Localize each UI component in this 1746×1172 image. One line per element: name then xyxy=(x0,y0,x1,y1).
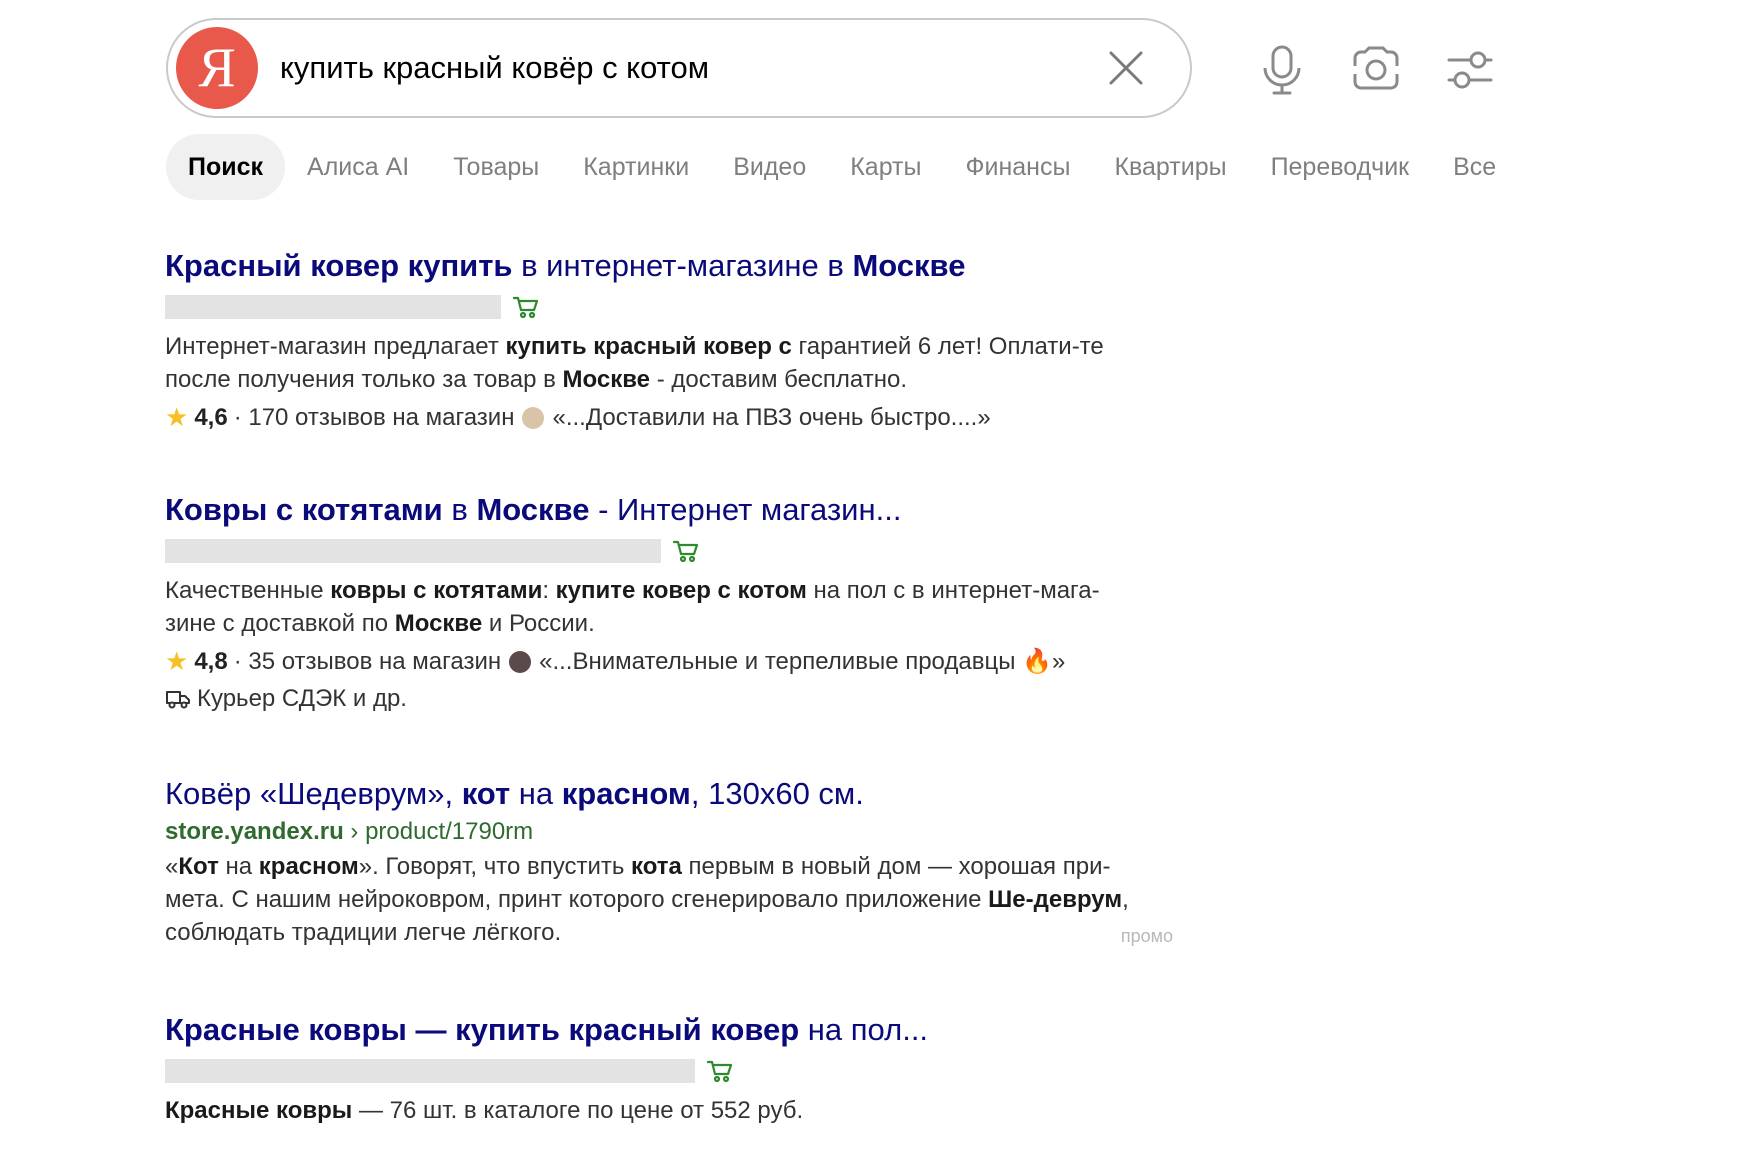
result-url[interactable]: store.yandex.ru › product/1790rm xyxy=(165,818,1165,846)
rating-score: 4,6 xyxy=(194,403,228,431)
search-result: Красный ковер купить в интернет-магазине… xyxy=(165,246,1165,433)
tab-apartments[interactable]: Квартиры xyxy=(1092,134,1248,200)
tab-translator[interactable]: Переводчик xyxy=(1249,134,1432,200)
result-snippet: «Кот на красном». Говорят, что впустить … xyxy=(165,853,1129,946)
review-quote: «...Доставили на ПВЗ очень быстро....» xyxy=(552,403,991,431)
yandex-logo[interactable]: Я xyxy=(176,27,258,109)
shop-rating[interactable]: ★ 4,6 · 170 отзывов на магазин «...Доста… xyxy=(165,402,1165,433)
search-result-promo: Ковёр «Шедеврум», кот на красном, 130х60… xyxy=(165,774,1173,949)
result-url[interactable] xyxy=(165,292,1165,322)
delivery-info: Курьер СДЭК и др. xyxy=(165,685,1165,713)
tab-images[interactable]: Картинки xyxy=(561,134,711,200)
star-icon: ★ xyxy=(165,402,189,432)
shopping-cart-icon xyxy=(673,540,699,563)
result-title-link[interactable]: Ковры с котятами в Москве - Интернет маг… xyxy=(165,490,1165,530)
tab-video[interactable]: Видео xyxy=(711,134,828,200)
search-tabs: Поиск Алиса AI Товары Картинки Видео Кар… xyxy=(166,134,1518,200)
tab-maps[interactable]: Карты xyxy=(828,134,943,200)
tab-search[interactable]: Поиск xyxy=(166,134,286,200)
reviews-count: · 170 отзывов на магазин xyxy=(233,403,515,431)
result-title-link[interactable]: Ковёр «Шедеврум», кот на красном, 130х60… xyxy=(165,774,1165,814)
tab-products[interactable]: Товары xyxy=(431,134,561,200)
tab-all[interactable]: Все xyxy=(1431,134,1518,200)
review-quote: «...Внимательные и терпеливые продавцы 🔥… xyxy=(539,648,1066,675)
shopping-cart-icon xyxy=(707,1060,733,1083)
tab-alice-ai[interactable]: Алиса AI xyxy=(285,134,431,200)
result-title-link[interactable]: Красные ковры — купить красный ковер на … xyxy=(165,1010,1165,1050)
delivery-truck-icon xyxy=(166,691,190,709)
result-snippet: Красные ковры — 76 шт. в каталоге по цен… xyxy=(165,1097,804,1124)
result-snippet: Интернет-магазин предлагает купить красн… xyxy=(165,333,1104,393)
filters-button[interactable] xyxy=(1438,38,1502,102)
search-result: Ковры с котятами в Москве - Интернет маг… xyxy=(165,490,1165,713)
reviewer-avatar-icon xyxy=(522,406,545,429)
reviews-count: · 35 отзывов на магазин xyxy=(233,647,502,675)
search-result: Красные ковры — купить красный ковер на … xyxy=(165,1010,1165,1127)
result-snippet: Качественные ковры с котятами: купите ко… xyxy=(165,577,1100,637)
result-url[interactable] xyxy=(165,1056,1165,1086)
delivery-text: Курьер СДЭК и др. xyxy=(197,685,407,712)
rating-score: 4,8 xyxy=(194,647,228,675)
microphone-icon xyxy=(1263,45,1301,95)
result-title-link[interactable]: Красный ковер купить в интернет-магазине… xyxy=(165,246,1165,286)
clear-search-button[interactable] xyxy=(1096,38,1156,98)
result-url[interactable] xyxy=(165,536,1165,566)
star-icon: ★ xyxy=(165,646,189,676)
tab-finance[interactable]: Финансы xyxy=(943,134,1092,200)
close-icon xyxy=(1109,51,1143,85)
redacted-url xyxy=(165,1059,695,1083)
shopping-cart-icon xyxy=(513,296,539,319)
camera-icon xyxy=(1353,46,1399,90)
reviewer-avatar-icon xyxy=(509,650,532,673)
voice-search-button[interactable] xyxy=(1250,38,1314,102)
redacted-url xyxy=(165,539,661,563)
promo-label: промо xyxy=(1120,926,1173,946)
redacted-url xyxy=(165,295,501,319)
search-input[interactable]: купить красный ковёр с котом xyxy=(280,50,1096,86)
search-bar[interactable]: Я купить красный ковёр с котом xyxy=(166,18,1192,118)
shop-rating[interactable]: ★ 4,8 · 35 отзывов на магазин «...Внимат… xyxy=(165,646,1165,677)
filters-icon xyxy=(1447,51,1493,89)
image-search-button[interactable] xyxy=(1344,38,1408,102)
